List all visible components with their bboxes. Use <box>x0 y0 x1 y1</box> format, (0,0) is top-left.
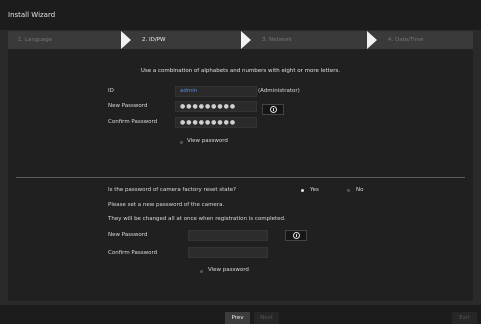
chevron-right-icon <box>367 31 377 49</box>
no-label: No <box>356 187 364 193</box>
no-radio[interactable] <box>347 189 350 192</box>
id-note: (Administrator) <box>258 88 300 94</box>
camera-new-password-label: New Password <box>108 232 148 238</box>
confirm-password-field[interactable]: ●●●●●●●●● <box>175 117 257 128</box>
camera-set-text: Please set a new password of the camera. <box>108 202 225 208</box>
info-icon <box>293 232 300 239</box>
password-info-button[interactable] <box>262 104 284 115</box>
step-date-time: 4. Date/Time <box>388 37 424 43</box>
camera-confirm-password-field[interactable] <box>188 247 268 258</box>
wizard-steps: 1. Language 2. ID/PW 3. Network 4. Date/… <box>8 31 473 49</box>
camera-confirm-password-label: Confirm Password <box>108 250 158 256</box>
window-title: Install Wizard <box>8 11 56 19</box>
exit-button[interactable]: Exit <box>452 312 477 324</box>
view-password-label: View password <box>187 138 228 144</box>
password-instruction: Use a combination of alphabets and numbe… <box>140 68 341 74</box>
chevron-right-icon <box>241 31 251 49</box>
prev-button[interactable]: Prev <box>225 312 250 324</box>
id-field[interactable]: admin <box>175 86 257 97</box>
new-password-label: New Password <box>108 103 148 109</box>
info-icon <box>270 106 277 113</box>
view-password-checkbox[interactable] <box>180 141 183 144</box>
next-button[interactable]: Next <box>254 312 279 324</box>
camera-view-password-label: View password <box>208 267 249 273</box>
camera-note-text: They will be changed all at once when re… <box>108 216 286 222</box>
camera-password-info-button[interactable] <box>285 230 307 241</box>
step-network: 3. Network <box>262 37 292 43</box>
camera-reset-question: Is the password of camera factory reset … <box>108 187 237 193</box>
new-password-field[interactable]: ●●●●●●●●● <box>175 101 257 112</box>
wizard-panel: Use a combination of alphabets and numbe… <box>8 49 473 301</box>
confirm-password-label: Confirm Password <box>108 119 158 125</box>
step-id-pw: 2. ID/PW <box>142 37 166 43</box>
yes-label: Yes <box>310 187 319 193</box>
section-divider <box>16 177 465 178</box>
yes-radio[interactable] <box>301 189 304 192</box>
camera-view-password-checkbox[interactable] <box>200 270 203 273</box>
camera-new-password-field[interactable] <box>188 230 268 241</box>
chevron-right-icon <box>121 31 131 49</box>
footer-bar: Prev Next Exit <box>0 305 481 324</box>
step-language: 1. Language <box>18 37 53 43</box>
title-bar: Install Wizard <box>0 0 481 30</box>
id-label: ID <box>108 88 114 94</box>
